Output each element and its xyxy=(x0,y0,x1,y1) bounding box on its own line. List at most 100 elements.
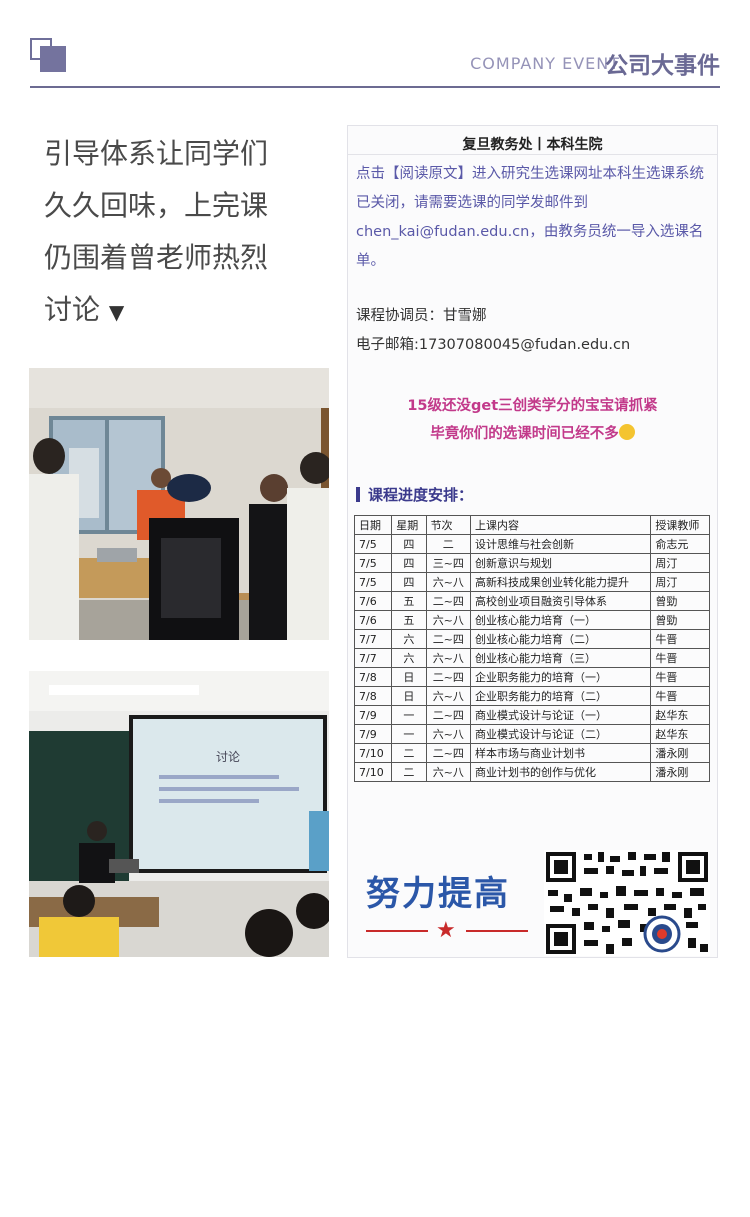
table-cell: 赵华东 xyxy=(650,705,710,725)
table-cell: 五 xyxy=(391,610,427,630)
screen-title: 讨论 xyxy=(216,750,240,764)
table-cell: 六 xyxy=(391,648,427,668)
table-row: 7/7 六二~四 创业核心能力培育（二） 牛晋 xyxy=(353,629,710,649)
course-notice-card: 复旦教务处丨本科生院 点击【阅读原文】进入研究生选课网址本科生选课系统已关闭，请… xyxy=(347,125,718,958)
table-cell: 高新科技成果创业转化能力提升 xyxy=(470,572,652,592)
table-cell: 周汀 xyxy=(650,572,710,592)
photo-classroom-discussion xyxy=(29,368,329,640)
table-cell: 六 xyxy=(391,629,427,649)
table-cell: 商业模式设计与论证（二） xyxy=(470,724,652,744)
table-cell: 7/5 xyxy=(353,534,393,554)
col-header: 星期 xyxy=(391,515,427,535)
table-cell: 四 xyxy=(391,534,427,554)
table-cell: 二~四 xyxy=(425,591,472,611)
table-cell: 二~四 xyxy=(425,667,472,687)
table-cell: 7/8 xyxy=(353,686,393,706)
table-cell: 曾勁 xyxy=(650,591,710,611)
table-cell: 六~八 xyxy=(425,762,472,782)
table-cell: 四 xyxy=(391,553,427,573)
logo-icon xyxy=(30,38,66,72)
table-cell: 7/6 xyxy=(353,610,393,630)
table-cell: 7/5 xyxy=(353,553,393,573)
table-cell: 俞志元 xyxy=(650,534,710,554)
table-cell: 商业计划书的创作与优化 xyxy=(470,762,652,782)
table-row: 7/9 一六~八 商业模式设计与论证（二） 赵华东 xyxy=(353,724,710,744)
col-header: 上课内容 xyxy=(470,515,652,535)
table-cell: 二~四 xyxy=(425,743,472,763)
table-cell: 四 xyxy=(391,572,427,592)
table-cell: 曾勁 xyxy=(650,610,710,630)
promo-line-2: 毕竟你们的选课时间已经不多 xyxy=(430,426,619,442)
table-cell: 一 xyxy=(391,724,427,744)
table-row: 7/6 五六~八 创业核心能力培育（一） 曾勁 xyxy=(353,610,710,630)
col-header: 授课教师 xyxy=(650,515,710,535)
coordinator-name: 课程协调员：甘雪娜 xyxy=(356,308,487,324)
header-divider xyxy=(30,86,720,88)
table-cell: 一 xyxy=(391,705,427,725)
table-row: 7/6 五二~四 高校创业项目融资引导体系 曾勁 xyxy=(353,591,710,611)
table-cell: 日 xyxy=(391,686,427,706)
notice-source: 复旦教务处丨本科生院 xyxy=(462,137,603,153)
table-row: 7/8 日二~四 企业职务能力的培育（一） 牛晋 xyxy=(353,667,710,687)
header-cn-title: 公司大事件 xyxy=(605,53,720,79)
table-cell: 7/9 xyxy=(353,724,393,744)
table-cell: 企业职务能力的培育（二） xyxy=(470,686,652,706)
table-cell: 二 xyxy=(391,762,427,782)
photo-lecture: 讨论 xyxy=(29,671,329,957)
table-cell: 日 xyxy=(391,667,427,687)
table-cell: 7/6 xyxy=(353,591,393,611)
slogan-text: 努力提高 xyxy=(366,874,510,914)
table-cell: 牛晋 xyxy=(650,648,710,668)
table-cell: 7/10 xyxy=(353,762,393,782)
table-cell: 7/7 xyxy=(353,648,393,668)
table-cell: 7/5 xyxy=(353,572,393,592)
table-cell: 7/8 xyxy=(353,667,393,687)
photo-caption: 引导体系让同学们久久回味，上完课仍围着曾老师热烈讨论 ▼ xyxy=(44,128,294,338)
header-en-title: COMPANY EVENT xyxy=(470,54,620,73)
table-header-row: 日期 星期 节次 上课内容 授课教师 xyxy=(353,515,710,535)
table-cell: 潘永刚 xyxy=(650,762,710,782)
table-cell: 六~八 xyxy=(425,686,472,706)
table-cell: 二~四 xyxy=(425,629,472,649)
table-cell: 二 xyxy=(425,534,472,554)
table-cell: 六~八 xyxy=(425,610,472,630)
table-row: 7/5 四六~八 高新科技成果创业转化能力提升 周汀 xyxy=(353,572,710,592)
coordinator-email: 电子邮箱:17307080045@fudan.edu.cn xyxy=(356,337,631,353)
table-cell: 企业职务能力的培育（一） xyxy=(470,667,652,687)
qr-code-icon xyxy=(544,850,710,956)
star-icon: ★ xyxy=(436,918,456,943)
table-cell: 牛晋 xyxy=(650,686,710,706)
table-row: 7/5 四二设计思维与社会创新 俞志元 xyxy=(353,534,710,554)
table-row: 7/8 日六~八 企业职务能力的培育（二） 牛晋 xyxy=(353,686,710,706)
table-cell: 六~八 xyxy=(425,572,472,592)
table-cell: 二 xyxy=(391,743,427,763)
col-header: 日期 xyxy=(353,515,393,535)
table-cell: 设计思维与社会创新 xyxy=(470,534,652,554)
title-bar-icon xyxy=(356,487,360,502)
table-cell: 创业核心能力培育（二） xyxy=(470,629,652,649)
table-cell: 7/10 xyxy=(353,743,393,763)
notice-divider xyxy=(348,154,717,155)
coordinator-info: 课程协调员：甘雪娜 电子邮箱:17307080045@fudan.edu.cn xyxy=(356,302,712,360)
promo-text: 15级还没get三创类学分的宝宝请抓紧 毕竟你们的选课时间已经不多 xyxy=(348,392,717,448)
table-cell: 牛晋 xyxy=(650,629,710,649)
table-cell: 潘永刚 xyxy=(650,743,710,763)
schedule-title: 课程进度安排： xyxy=(356,484,473,505)
table-row: 7/9 一二~四 商业模式设计与论证（一） 赵华东 xyxy=(353,705,710,725)
table-cell: 六~八 xyxy=(425,648,472,668)
schedule-title-text: 课程进度安排： xyxy=(368,486,474,504)
table-cell: 样本市场与商业计划书 xyxy=(470,743,652,763)
smile-emoji-icon xyxy=(618,424,635,440)
table-row: 7/10 二六~八 商业计划书的创作与优化 潘永刚 xyxy=(353,762,710,782)
notice-paragraph: 点击【阅读原文】进入研究生选课网址本科生选课系统已关闭，请需要选课的同学发邮件到… xyxy=(356,166,704,269)
table-cell: 高校创业项目融资引导体系 xyxy=(470,591,652,611)
table-cell: 创新意识与规划 xyxy=(470,553,652,573)
table-cell: 三~四 xyxy=(425,553,472,573)
schedule-table: 日期 星期 节次 上课内容 授课教师 7/5 四二设计思维与社会创新 俞志元 7/5 四… xyxy=(353,515,710,782)
col-header: 节次 xyxy=(425,515,472,535)
table-row: 7/7 六六~八 创业核心能力培育（三） 牛晋 xyxy=(353,648,710,668)
table-cell: 二~四 xyxy=(425,705,472,725)
slogan-underline-left xyxy=(366,930,428,932)
table-cell: 六~八 xyxy=(425,724,472,744)
promo-line-1: 15级还没get三创类学分的宝宝请抓紧 xyxy=(407,398,658,414)
